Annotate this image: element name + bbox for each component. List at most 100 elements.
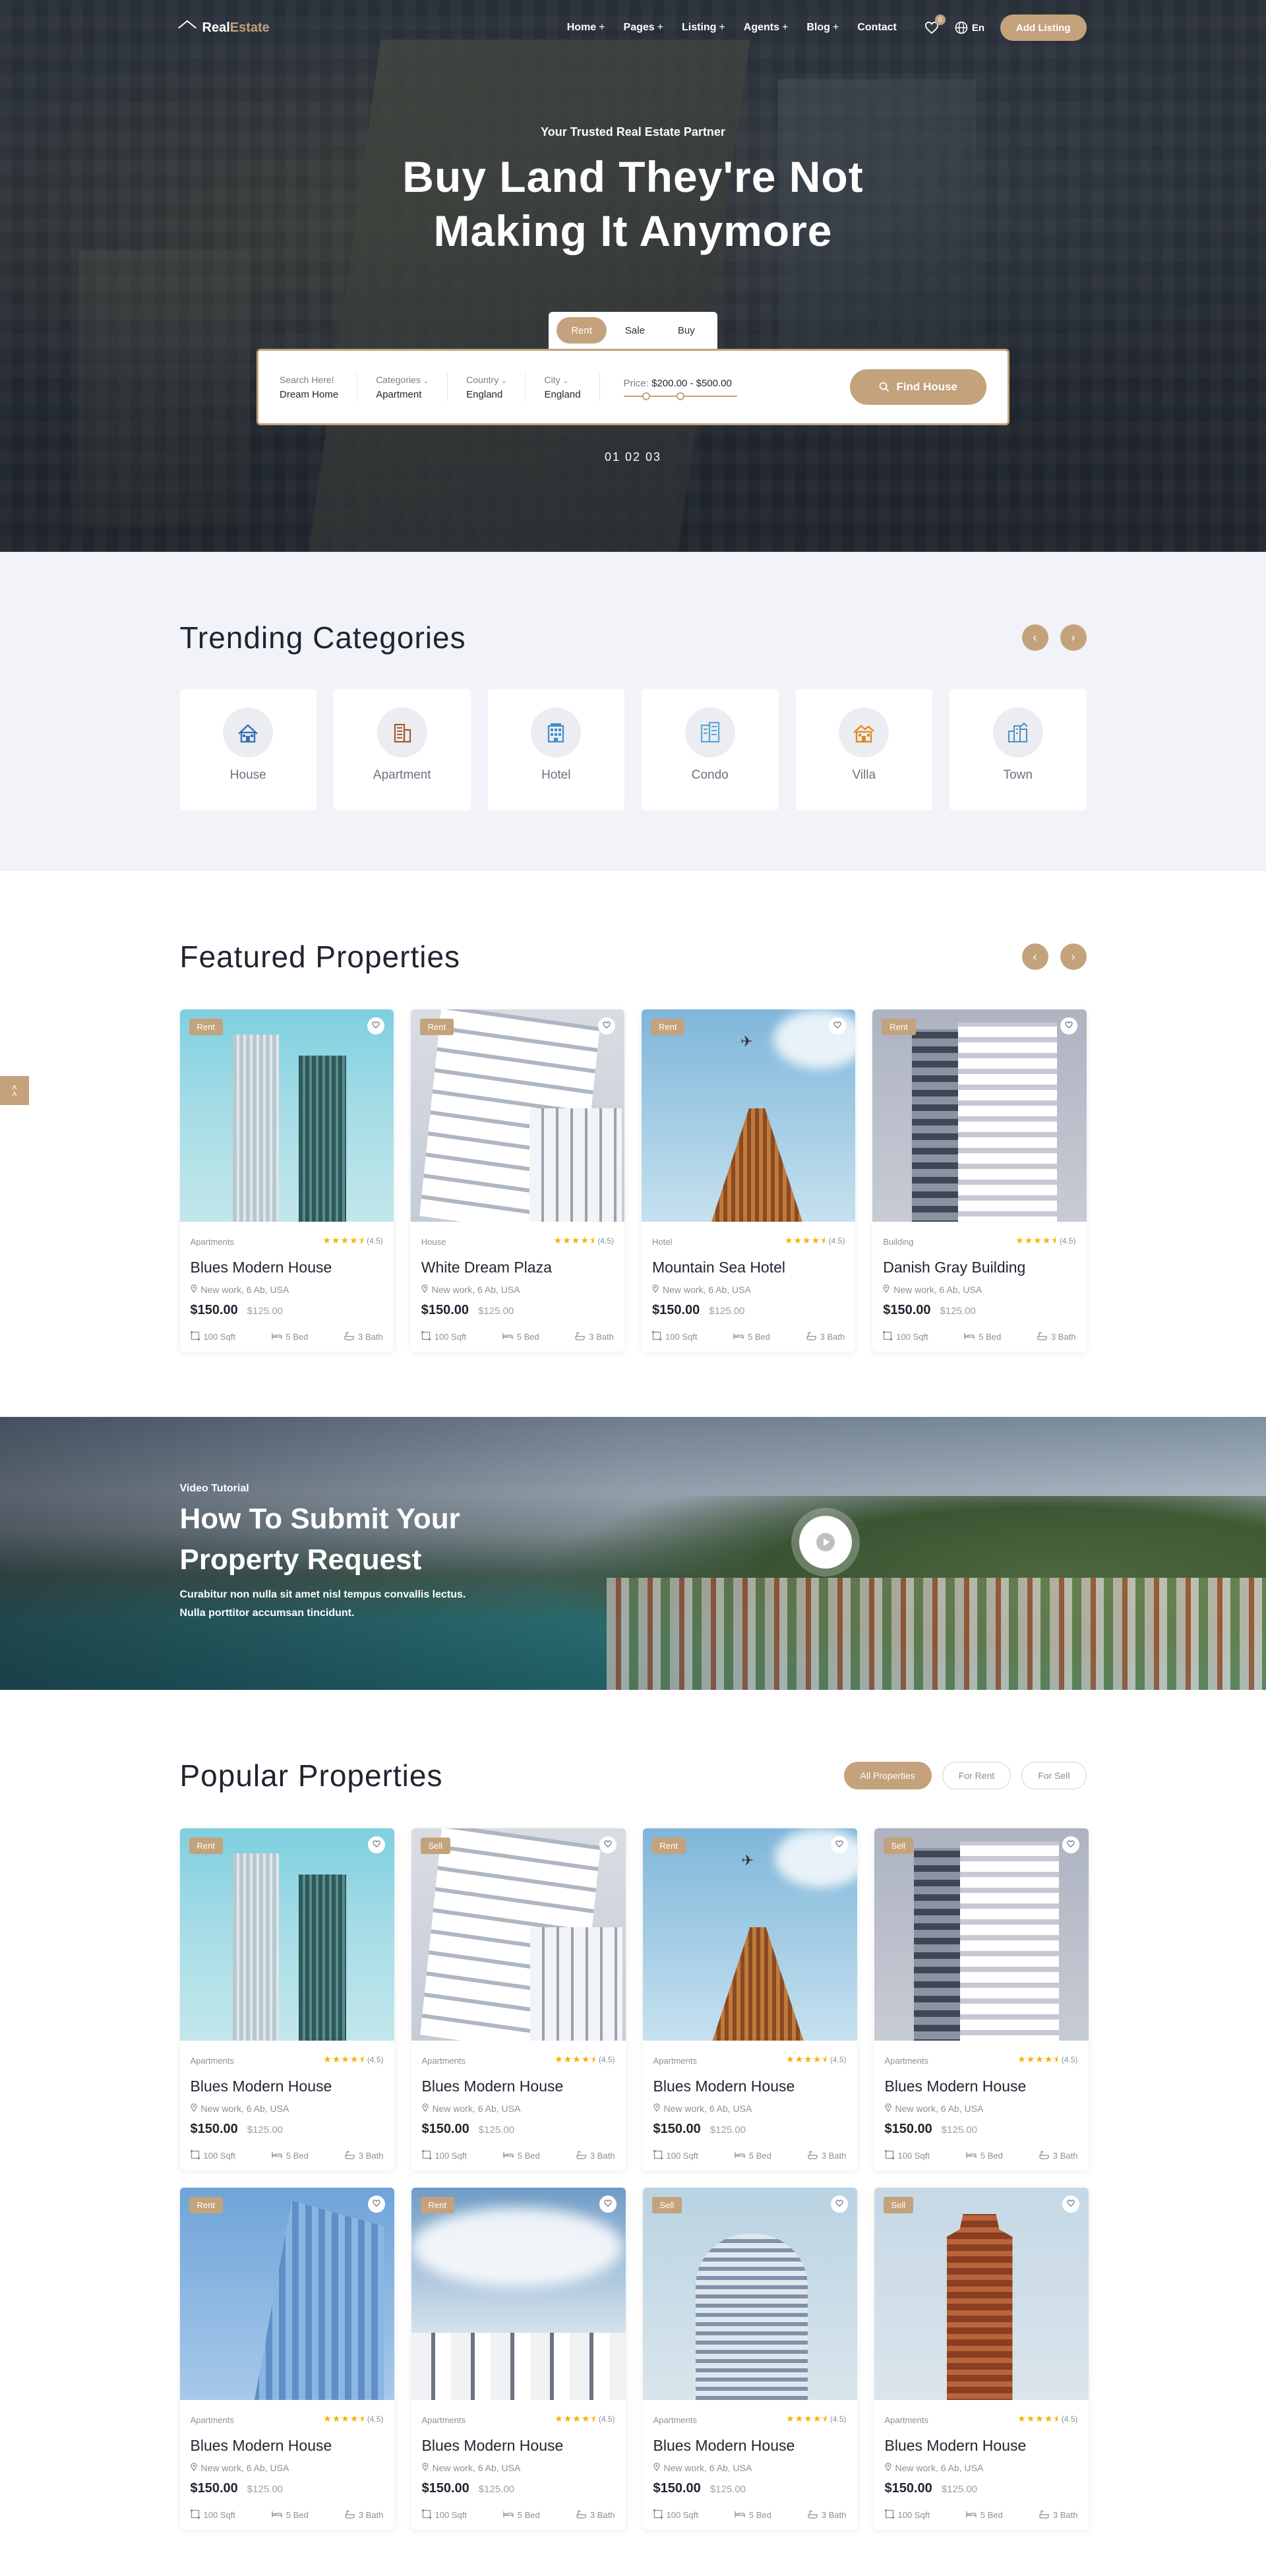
property-image[interactable]: ✈ Rent <box>642 1828 857 2041</box>
old-price: $125.00 <box>478 1305 514 1317</box>
scroll-top-button[interactable]: ˄ ˄ <box>0 1076 29 1105</box>
popular-property-card[interactable]: ✈ Rent Apartments ★★★★⯨ (4.5) Blues Modern H… <box>642 1828 857 2171</box>
favorite-button[interactable] <box>1062 1836 1079 1853</box>
favorite-button[interactable] <box>1062 2196 1079 2213</box>
country-select[interactable]: Country ⌄ England <box>466 373 526 402</box>
favorite-button[interactable] <box>830 2196 848 2213</box>
popular-property-card[interactable]: Sell Apartments ★★★★⯨ (4.5) Blues Modern Hou… <box>642 2188 857 2530</box>
property-title[interactable]: Blues Modern House <box>422 2437 615 2455</box>
nav-item-blog[interactable]: Blog + <box>806 22 839 34</box>
tab-rent[interactable]: Rent <box>557 317 607 344</box>
favorite-button[interactable] <box>599 2196 617 2213</box>
language-selector[interactable]: En <box>955 21 984 34</box>
popular-property-card[interactable]: Rent Apartments ★★★★⯨ (4.5) Blues Modern Hou… <box>179 2188 394 2530</box>
category-card-condo[interactable]: Condo <box>642 689 779 810</box>
property-details: Apartments ★★★★⯨ (4.5) Blues Modern House Ne… <box>180 1222 394 1352</box>
popular-property-card[interactable]: Sell Apartments ★★★★⯨ (4.5) Blues Modern Hou… <box>874 2188 1089 2530</box>
featured-property-card[interactable]: Rent Building ★★★★⯨ (4.5) Danish Gray Buildi… <box>872 1009 1087 1352</box>
feature-baths: 3 Bath <box>345 2509 383 2521</box>
filter-for-sell[interactable]: For Sell <box>1021 1762 1087 1789</box>
video-eyebrow: Video Tutorial <box>179 1483 249 1494</box>
favorite-button[interactable] <box>598 1017 615 1034</box>
property-image[interactable]: Sell <box>411 1828 626 2041</box>
play-video-button[interactable] <box>799 1516 852 1569</box>
add-listing-button[interactable]: Add Listing <box>1000 15 1087 41</box>
favorite-button[interactable] <box>367 2196 385 2213</box>
property-image[interactable]: Rent <box>411 2188 626 2400</box>
property-title[interactable]: Blues Modern House <box>885 2437 1078 2455</box>
property-title[interactable]: Blues Modern House <box>653 2437 847 2455</box>
property-title[interactable]: Blues Modern House <box>191 1259 383 1276</box>
featured-prev-button[interactable]: ‹ <box>1021 944 1048 970</box>
map-pin-icon <box>884 2463 891 2473</box>
nav-item-agents[interactable]: Agents + <box>744 22 789 34</box>
category-select[interactable]: Categories ⌄ Apartment <box>376 373 448 402</box>
category-card-house[interactable]: House <box>179 689 316 810</box>
featured-property-card[interactable]: Rent House ★★★★⯨ (4.5) White Dream Plaza New … <box>410 1009 624 1352</box>
popular-property-card[interactable]: Rent Apartments ★★★★⯨ (4.5) Blues Modern Hou… <box>179 1828 394 2171</box>
property-location: New work, 6 Ab, USA <box>884 2103 1078 2114</box>
popular-property-card[interactable]: Rent Apartments ★★★★⯨ (4.5) Blues Modern Hou… <box>411 2188 626 2530</box>
favorite-button[interactable] <box>830 1836 848 1853</box>
property-image[interactable]: Rent <box>872 1009 1087 1222</box>
listing-type-badge: Rent <box>651 1838 686 1854</box>
property-title[interactable]: Mountain Sea Hotel <box>652 1259 845 1276</box>
property-title[interactable]: Danish Gray Building <box>883 1259 1075 1276</box>
old-price: $125.00 <box>941 2124 978 2136</box>
favorite-button[interactable] <box>367 1836 385 1853</box>
price-max-handle[interactable] <box>676 392 684 400</box>
brand-logo[interactable]: Real Estate <box>180 20 270 36</box>
hero-title-line-2: Making It Anymore <box>433 206 833 255</box>
city-select[interactable]: City ⌄ England <box>544 373 600 402</box>
featured-next-button[interactable]: › <box>1060 944 1087 970</box>
tab-sale[interactable]: Sale <box>611 317 659 344</box>
favorite-button[interactable] <box>367 1017 384 1034</box>
nav-item-pages[interactable]: Pages + <box>624 22 663 34</box>
property-title[interactable]: Blues Modern House <box>191 2078 384 2095</box>
filter-all-properties[interactable]: All Properties <box>843 1762 932 1789</box>
tab-buy[interactable]: Buy <box>663 317 709 344</box>
category-label: House <box>229 768 266 782</box>
keyword-field[interactable]: Search Here! Dream Home <box>280 373 358 402</box>
property-image[interactable]: ✈ Rent <box>642 1009 856 1222</box>
favorite-button[interactable] <box>599 1836 617 1853</box>
property-image[interactable]: Rent <box>410 1009 624 1222</box>
category-card-town[interactable]: Town <box>950 689 1087 810</box>
current-price: $150.00 <box>884 2481 932 2496</box>
trending-next-button[interactable]: › <box>1060 624 1087 651</box>
favorite-button[interactable] <box>1060 1017 1077 1034</box>
category-card-villa[interactable]: Villa <box>795 689 932 810</box>
filter-for-rent[interactable]: For Rent <box>942 1762 1011 1789</box>
property-image[interactable]: Rent <box>179 2188 394 2400</box>
nav-item-contact[interactable]: Contact <box>857 22 897 34</box>
chevron-left-icon: ‹ <box>1033 630 1037 644</box>
popular-property-card[interactable]: Sell Apartments ★★★★⯨ (4.5) Blues Modern Hou… <box>874 1828 1089 2171</box>
location-text: New work, 6 Ab, USA <box>200 1284 289 1295</box>
category-card-apartment[interactable]: Apartment <box>334 689 471 810</box>
hero-slider-pager[interactable]: 01 02 03 <box>0 450 1266 464</box>
category-card-hotel[interactable]: Hotel <box>487 689 624 810</box>
wishlist-button[interactable]: 0 <box>923 15 946 36</box>
property-image[interactable]: Sell <box>874 2188 1089 2400</box>
popular-property-card[interactable]: Sell Apartments ★★★★⯨ (4.5) Blues Modern Hou… <box>411 1828 626 2171</box>
country-label: Country <box>466 374 499 385</box>
nav-item-listing[interactable]: Listing + <box>682 22 725 34</box>
feature-beds-value: 5 Bed <box>748 2510 771 2520</box>
featured-property-card[interactable]: Rent Apartments ★★★★⯨ (4.5) Blues Modern Hou… <box>179 1009 394 1352</box>
price-min-handle[interactable] <box>642 392 650 400</box>
nav-item-home[interactable]: Home + <box>567 22 605 34</box>
property-title[interactable]: Blues Modern House <box>885 2078 1078 2095</box>
property-title[interactable]: Blues Modern House <box>422 2078 615 2095</box>
price-range-slider[interactable] <box>623 392 737 400</box>
property-image[interactable]: Sell <box>874 1828 1089 2041</box>
property-title[interactable]: Blues Modern House <box>191 2437 384 2455</box>
property-title[interactable]: Blues Modern House <box>653 2078 847 2095</box>
heart-icon <box>372 1839 380 1851</box>
featured-property-card[interactable]: ✈ Rent Hotel ★★★★⯨ (4.5) Mountain Sea Hotel N… <box>642 1009 856 1352</box>
property-title[interactable]: White Dream Plaza <box>421 1259 614 1276</box>
find-house-button[interactable]: Find House <box>850 369 986 405</box>
trending-prev-button[interactable]: ‹ <box>1021 624 1048 651</box>
property-image[interactable]: Rent <box>179 1828 394 2041</box>
property-image[interactable]: Rent <box>179 1009 394 1222</box>
property-image[interactable]: Sell <box>642 2188 857 2400</box>
